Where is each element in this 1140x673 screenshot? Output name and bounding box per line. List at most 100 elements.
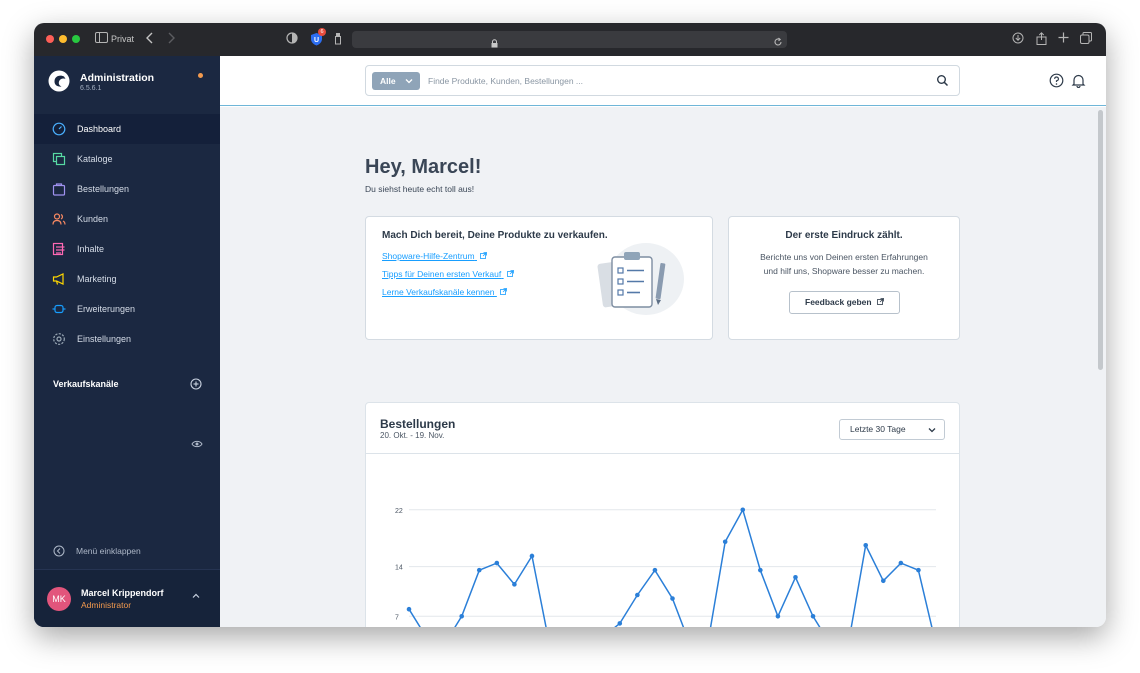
help-icon[interactable]: [1049, 73, 1064, 88]
page-subtitle: Du siehst heute echt toll aus!: [365, 184, 475, 194]
data-point[interactable]: [775, 614, 781, 619]
getting-started-title: Mach Dich bereit, Deine Produkte zu verk…: [382, 230, 608, 241]
data-point[interactable]: [635, 592, 640, 598]
data-point[interactable]: [881, 578, 886, 584]
link-text: Lerne Verkaufskanäle kennen: [382, 287, 495, 297]
collapse-menu-icon[interactable]: [53, 545, 65, 557]
data-point[interactable]: [652, 567, 658, 573]
orders-date-range: 20. Okt. - 19. Nov.: [380, 431, 445, 440]
data-point[interactable]: [898, 560, 904, 566]
data-point[interactable]: [793, 574, 798, 580]
feedback-text-line: und hilf uns, Shopware besser zu machen.: [763, 265, 925, 276]
period-select[interactable]: Letzte 30 Tage: [839, 419, 945, 440]
avatar: MK: [47, 587, 71, 611]
search-input[interactable]: Finde Produkte, Kunden, Bestellungen ...: [428, 76, 583, 86]
settings-icon: [53, 333, 65, 345]
app-version: 6.5.6.1: [80, 85, 102, 92]
sidebar-item-kunden[interactable]: Kunden: [34, 204, 220, 234]
svg-text:U: U: [313, 37, 318, 44]
external-link-icon: [480, 252, 487, 259]
sidebar-item-bestellungen[interactable]: Bestellungen: [34, 174, 220, 204]
dashboard-content: Hey, Marcel! Du siehst heute echt toll a…: [220, 107, 1106, 627]
data-point[interactable]: [494, 560, 500, 566]
sidebar-item-inhalte[interactable]: Inhalte: [34, 234, 220, 264]
share-icon[interactable]: [1034, 32, 1048, 46]
zoom-window-button[interactable]: [72, 35, 80, 43]
getting-started-card: Mach Dich bereit, Deine Produkte zu verk…: [365, 216, 713, 340]
feedback-button-label: Feedback geben: [805, 297, 872, 307]
address-bar[interactable]: [352, 31, 787, 48]
tab-overview-icon[interactable]: [1079, 32, 1093, 46]
notifications-bell-icon[interactable]: [1071, 73, 1086, 88]
search-icon[interactable]: [936, 74, 949, 87]
new-tab-icon[interactable]: [1056, 32, 1070, 46]
sidebar-item-label: Kataloge: [77, 154, 113, 164]
privacy-shield-icon[interactable]: [285, 32, 299, 46]
sidebar-toggle-icon[interactable]: [94, 32, 108, 46]
admin-sidebar: Administration 6.5.6.1 Dashboard Katalog…: [34, 56, 220, 627]
marketing-icon: [52, 273, 64, 285]
data-point[interactable]: [529, 553, 535, 559]
reload-icon[interactable]: [773, 34, 783, 52]
sidebar-item-einstellungen[interactable]: Einstellungen: [34, 324, 220, 354]
sales-channels-link[interactable]: Lerne Verkaufskanäle kennen: [382, 287, 507, 297]
external-link-icon: [499, 288, 507, 295]
content-scrollbar[interactable]: [1098, 110, 1103, 370]
user-role: Administrator: [81, 600, 132, 610]
sidebar-item-label: Inhalte: [77, 244, 105, 254]
link-text: Shopware-Hilfe-Zentrum: [382, 251, 475, 261]
feedback-card: Der erste Eindruck zählt. Berichte uns v…: [728, 216, 960, 340]
search-type-select[interactable]: Alle: [372, 72, 420, 90]
sidebar-item-dashboard[interactable]: Dashboard: [34, 114, 220, 144]
sidebar-item-erweiterungen[interactable]: Erweiterungen: [34, 294, 220, 324]
first-sale-tips-link[interactable]: Tipps für Deinen ersten Verkauf: [382, 269, 514, 279]
password-manager-icon[interactable]: U 6: [309, 28, 326, 46]
add-sales-channel-icon[interactable]: [190, 378, 202, 390]
external-link-icon: [506, 270, 514, 277]
data-point[interactable]: [722, 539, 728, 545]
back-icon[interactable]: [143, 32, 157, 46]
lock-icon: [491, 35, 498, 53]
forward-icon[interactable]: [164, 32, 178, 46]
help-center-link[interactable]: Shopware-Hilfe-Zentrum: [382, 251, 487, 261]
data-point[interactable]: [476, 567, 482, 573]
feedback-text: Berichte uns von Deinen ersten Erfahrung…: [729, 251, 959, 278]
shopware-logo-icon[interactable]: [48, 70, 70, 92]
data-point[interactable]: [670, 596, 675, 601]
orders-title: Bestellungen: [380, 417, 456, 431]
data-point[interactable]: [740, 507, 746, 513]
feedback-button[interactable]: Feedback geben: [789, 291, 900, 314]
minimize-window-button[interactable]: [59, 35, 67, 43]
data-point[interactable]: [758, 567, 763, 573]
download-icon[interactable]: [1011, 32, 1025, 46]
data-point[interactable]: [617, 621, 623, 626]
data-point[interactable]: [916, 567, 921, 573]
data-point[interactable]: [863, 543, 869, 548]
link-text: Tipps für Deinen ersten Verkauf: [382, 269, 502, 279]
y-tick-label: 7: [395, 614, 399, 621]
y-tick-label: 22: [395, 508, 403, 515]
collapse-menu-label[interactable]: Menü einklappen: [76, 546, 141, 556]
user-name: Marcel Krippendorf: [81, 588, 164, 598]
dashboard-icon: [52, 122, 66, 136]
close-window-button[interactable]: [46, 35, 54, 43]
sidebar-item-kataloge[interactable]: Kataloge: [34, 144, 220, 174]
extension-badge: 6: [318, 28, 326, 36]
data-point[interactable]: [459, 614, 464, 619]
extension-icon[interactable]: [331, 32, 345, 46]
chevron-down-icon: [928, 428, 936, 433]
chevron-up-icon[interactable]: [191, 591, 201, 601]
user-menu[interactable]: MK Marcel Krippendorf Administrator: [34, 569, 220, 627]
sidebar-item-label: Einstellungen: [77, 334, 132, 344]
global-search[interactable]: Alle Finde Produkte, Kunden, Bestellunge…: [365, 65, 960, 96]
admin-topbar: Alle Finde Produkte, Kunden, Bestellunge…: [220, 56, 1106, 106]
extensions-icon: [52, 304, 66, 314]
sidebar-item-marketing[interactable]: Marketing: [34, 264, 220, 294]
app-title: Administration: [80, 72, 155, 84]
sidebar-item-label: Marketing: [77, 274, 117, 284]
data-point[interactable]: [406, 606, 412, 612]
orders-series-line: [408, 507, 933, 627]
data-point[interactable]: [810, 614, 816, 619]
visibility-eye-icon[interactable]: [191, 438, 203, 450]
data-point[interactable]: [512, 582, 517, 587]
